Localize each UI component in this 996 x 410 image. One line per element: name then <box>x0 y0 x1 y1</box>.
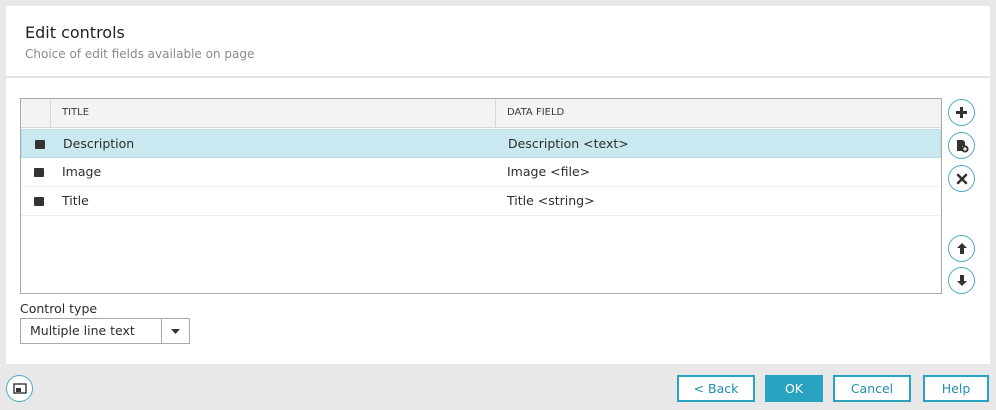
cancel-button[interactable]: Cancel <box>833 375 911 402</box>
control-type-value: Multiple line text <box>30 323 135 338</box>
grid-header-marker-col <box>21 99 51 127</box>
grid-header: TITLE DATA FIELD <box>21 99 941 128</box>
row-data-field: Title <string> <box>507 193 595 208</box>
row-title: Description <box>63 136 135 151</box>
table-row[interactable]: Image Image <file> <box>21 158 941 187</box>
help-button[interactable]: Help <box>923 375 989 402</box>
back-button[interactable]: < Back <box>677 375 755 402</box>
table-row[interactable]: Title Title <string> <box>21 187 941 216</box>
dialog-subtitle: Choice of edit fields available on page <box>25 47 255 61</box>
row-data-field: Image <file> <box>507 164 591 179</box>
control-type-select[interactable]: Multiple line text <box>20 318 190 344</box>
dialog-panel: Edit controls Choice of edit fields avai… <box>6 6 990 364</box>
move-up-icon <box>956 243 967 254</box>
delete-icon <box>956 173 967 184</box>
add-from-template-button[interactable] <box>948 132 975 159</box>
table-row[interactable]: Description Description <text> <box>21 129 941 158</box>
caret-down-icon <box>171 328 180 334</box>
control-type-label: Control type <box>20 301 98 316</box>
row-title: Image <box>62 164 102 179</box>
move-up-button[interactable] <box>948 235 975 262</box>
row-marker-icon <box>35 140 45 149</box>
row-marker-icon <box>34 168 44 177</box>
dropdown-button[interactable] <box>161 319 189 343</box>
delete-button[interactable] <box>948 165 975 192</box>
dialog-title: Edit controls <box>25 23 125 42</box>
dialog-header: Edit controls Choice of edit fields avai… <box>6 6 990 78</box>
row-data-field: Description <text> <box>508 136 629 151</box>
row-title: Title <box>62 193 89 208</box>
window-mode-button[interactable] <box>6 375 33 402</box>
add-button[interactable] <box>948 99 975 126</box>
window-icon <box>12 382 27 394</box>
column-header-title[interactable]: TITLE <box>51 99 496 127</box>
move-down-button[interactable] <box>948 267 975 294</box>
add-icon <box>956 107 967 118</box>
column-header-data-field[interactable]: DATA FIELD <box>496 99 564 127</box>
move-down-icon <box>956 275 967 286</box>
edit-controls-grid: TITLE DATA FIELD Description Description… <box>20 98 942 294</box>
add-from-template-icon <box>956 139 969 153</box>
ok-button[interactable]: OK <box>765 375 823 402</box>
row-marker-icon <box>34 197 44 206</box>
